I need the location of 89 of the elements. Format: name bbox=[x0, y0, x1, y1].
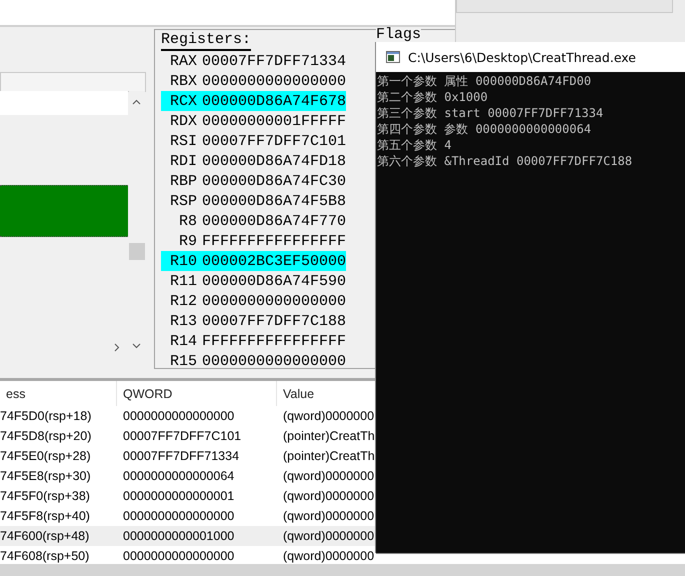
register-row[interactable]: R9 FFFFFFFFFFFFFFFF bbox=[161, 231, 346, 251]
value-cell-text: 00007FF7DFF71334 bbox=[122, 448, 240, 465]
register-row[interactable]: R11 000000D86A74F590 bbox=[161, 271, 346, 291]
register-row[interactable]: R8 000000D86A74F770 bbox=[161, 211, 346, 231]
register-name: RDI bbox=[168, 152, 198, 170]
window-title: C:\Users\6\Desktop\CreatThread.exe bbox=[408, 50, 636, 64]
value-cell-text: 0000000000000064 bbox=[122, 468, 236, 485]
register-row[interactable]: RDI 000000D86A74FD18 bbox=[161, 151, 346, 171]
register-row[interactable]: R12 0000000000000000 bbox=[161, 291, 346, 311]
register-value: 0000000000000000 bbox=[202, 352, 346, 370]
register-value: 000000D86A74F590 bbox=[202, 272, 346, 290]
panel-title: Flags bbox=[376, 28, 422, 42]
console-line: 第六个参数 &ThreadId 00007FF7DFF7C188 bbox=[377, 153, 634, 169]
panel-title: Registers: bbox=[161, 31, 252, 51]
register-name: RAX bbox=[168, 52, 198, 70]
register-name: R13 bbox=[168, 312, 198, 330]
value-cell-text: (pointer)CreatTh bbox=[282, 448, 376, 465]
register-value: 0000000000000000 bbox=[202, 292, 346, 310]
register-row[interactable]: RCX 000000D86A74F678 bbox=[161, 91, 346, 111]
column-header[interactable]: ess bbox=[0, 381, 117, 406]
register-name: R14 bbox=[168, 332, 198, 350]
value-cell-text: 0000000000000000 bbox=[122, 548, 236, 564]
register-value: 00007FF7DFF71334 bbox=[202, 52, 346, 70]
value-cell-text: 0000000000000000 bbox=[122, 508, 236, 525]
register-name: RSP bbox=[168, 192, 198, 210]
address-cell-text: 74F5F8(rsp+40) bbox=[0, 508, 91, 525]
console-window-icon bbox=[386, 51, 400, 63]
register-row[interactable]: R14 FFFFFFFFFFFFFFFF bbox=[161, 331, 346, 351]
register-value: FFFFFFFFFFFFFFFF bbox=[202, 232, 346, 250]
register-row[interactable]: RSI 00007FF7DFF7C101 bbox=[161, 131, 346, 151]
register-row[interactable]: RAX 00007FF7DFF71334 bbox=[161, 51, 346, 71]
address-cell-text: 74F5D8(rsp+20) bbox=[0, 428, 92, 445]
scroll-up-icon[interactable] bbox=[132, 99, 141, 105]
register-row[interactable]: R13 00007FF7DFF7C188 bbox=[161, 311, 346, 331]
value-cell-text: (qword)0000000 bbox=[282, 508, 376, 525]
register-name: RBX bbox=[168, 72, 198, 90]
value-cell-text: (qword)0000000 bbox=[282, 548, 376, 564]
register-value: 00007FF7DFF7C188 bbox=[202, 312, 346, 330]
scroll-down-icon[interactable] bbox=[132, 343, 141, 349]
console-line: 第五个参数 4 bbox=[377, 137, 452, 153]
console-line: 第三个参数 start 00007FF7DFF71334 bbox=[377, 105, 604, 121]
value-cell: (qword)0000000 bbox=[277, 526, 376, 546]
register-value: 000000D86A74F5B8 bbox=[202, 192, 346, 210]
register-name: R11 bbox=[168, 272, 198, 290]
register-value: 000000D86A74F770 bbox=[202, 212, 346, 230]
address-cell-text: 74F5E0(rsp+28) bbox=[0, 448, 92, 465]
register-row[interactable]: RBX 0000000000000000 bbox=[161, 71, 346, 91]
address-cell-text: 74F5F0(rsp+38) bbox=[0, 488, 91, 505]
console-line: 第一个参数 属性 000000D86A74FD00 bbox=[377, 73, 592, 89]
scroll-right-icon[interactable] bbox=[114, 343, 120, 352]
register-value: 0000000000000000 bbox=[202, 72, 346, 90]
value-cell-text: 00007FF7DFF7C101 bbox=[122, 428, 242, 445]
value-cell-text: 0000000000000001 bbox=[122, 488, 236, 505]
text-field[interactable] bbox=[456, 0, 673, 13]
register-name: R12 bbox=[168, 292, 198, 310]
register-value: 000000D86A74F678 bbox=[202, 92, 346, 110]
register-value: FFFFFFFFFFFFFFFF bbox=[202, 332, 346, 350]
register-value: 00000000001FFFFF bbox=[202, 112, 346, 130]
register-name: RCX bbox=[168, 92, 198, 110]
address-cell-text: 74F5D0(rsp+18) bbox=[0, 408, 92, 425]
column-header[interactable]: QWORD bbox=[117, 381, 277, 406]
scroll-thumb[interactable] bbox=[129, 243, 145, 260]
register-name: RBP bbox=[168, 172, 198, 190]
register-name: R10 bbox=[168, 252, 198, 270]
register-row[interactable]: R10 000002BC3EF50000 bbox=[161, 251, 346, 271]
console-line: 第四个参数 参数 0000000000000064 bbox=[377, 121, 592, 137]
register-value: 000000D86A74FD18 bbox=[202, 152, 346, 170]
register-value: 000000D86A74FC30 bbox=[202, 172, 346, 190]
register-value: 000002BC3EF50000 bbox=[202, 252, 346, 270]
register-row[interactable]: RBP 000000D86A74FC30 bbox=[161, 171, 346, 191]
register-row[interactable]: R15 0000000000000000 bbox=[161, 351, 346, 371]
value-cell-text: (qword)0000000 bbox=[282, 488, 376, 505]
register-name: R9 bbox=[178, 232, 198, 250]
console-line: 第二个参数 0x1000 bbox=[377, 89, 489, 105]
register-name: R15 bbox=[168, 352, 198, 370]
register-name: R8 bbox=[178, 212, 198, 230]
value-cell: 0000000000001000 bbox=[117, 526, 277, 546]
address-cell: 74F600(rsp+48) bbox=[0, 526, 117, 546]
register-row[interactable]: RSP 000000D86A74F5B8 bbox=[161, 191, 346, 211]
value-cell-text: (pointer)CreatTh bbox=[282, 428, 376, 445]
address-cell-text: 74F608(rsp+50) bbox=[0, 548, 90, 564]
register-row[interactable]: RDX 00000000001FFFFF bbox=[161, 111, 346, 131]
value-cell-text: (qword)0000000 bbox=[282, 408, 376, 425]
address-cell-text: 74F5E8(rsp+30) bbox=[0, 468, 92, 485]
value-cell-text: (qword)0000000 bbox=[282, 468, 376, 485]
register-value: 00007FF7DFF7C101 bbox=[202, 132, 346, 150]
register-name: RSI bbox=[168, 132, 198, 150]
value-cell-text: 0000000000000000 bbox=[122, 408, 236, 425]
register-name: RDX bbox=[168, 112, 198, 130]
